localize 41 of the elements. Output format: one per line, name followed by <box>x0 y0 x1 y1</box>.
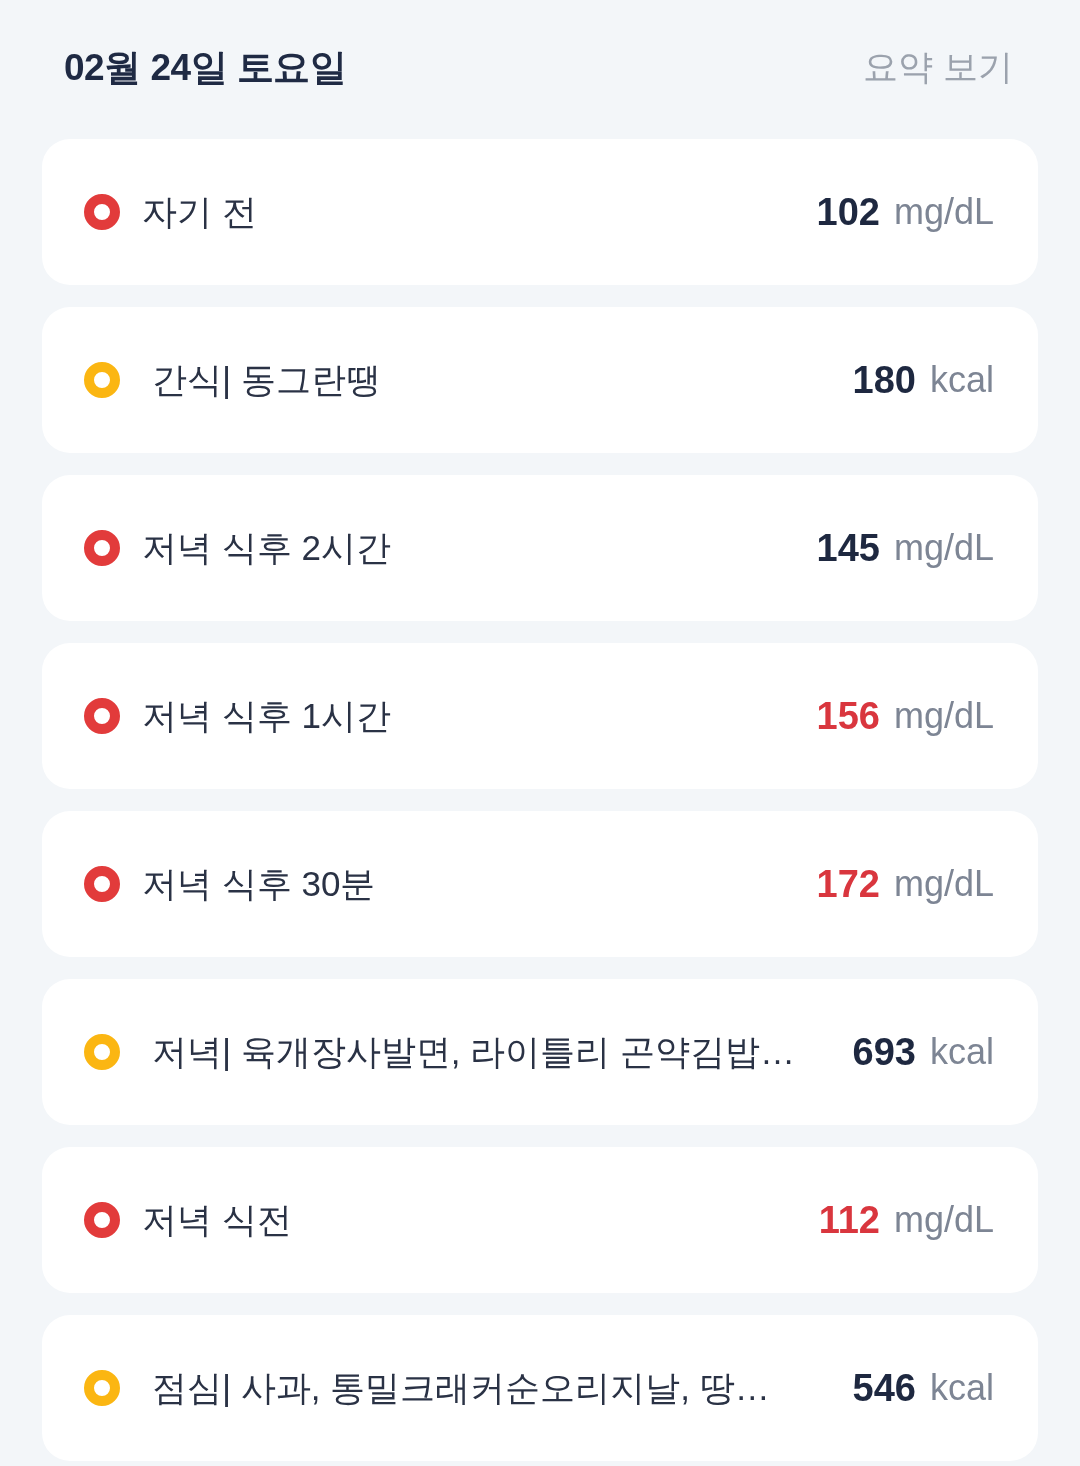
ring-icon <box>84 1370 120 1406</box>
record-label: 저녁 식후 30분 <box>142 862 377 905</box>
record-value: 112 <box>818 1197 880 1243</box>
unit-label: mg/dL <box>893 526 994 570</box>
ring-icon <box>84 362 120 398</box>
record-value: 145 <box>816 525 880 571</box>
record-card[interactable]: 점심| 사과, 통밀크래커순오리지날, 땅… 546 kcal <box>42 1315 1038 1461</box>
ring-icon <box>84 866 120 902</box>
record-card[interactable]: 저녁 식후 30분 172 mg/dL <box>42 811 1038 957</box>
record-value: 102 <box>816 189 880 235</box>
record-value: 172 <box>816 861 880 907</box>
record-value: 546 <box>852 1365 916 1411</box>
unit-label: kcal <box>929 358 994 402</box>
unit-label: mg/dL <box>893 694 994 738</box>
record-value: 156 <box>816 693 880 739</box>
record-card[interactable]: 간식| 동그란땡 180 kcal <box>42 307 1038 453</box>
record-label: 저녁| 육개장사발면, 라이틀리 곤약김밥… <box>152 1030 796 1073</box>
unit-label: kcal <box>929 1366 994 1410</box>
unit-label: mg/dL <box>893 862 994 906</box>
record-label: 저녁 식후 2시간 <box>142 526 392 569</box>
record-label: 자기 전 <box>142 190 258 233</box>
unit-label: mg/dL <box>893 190 994 234</box>
unit-label: kcal <box>929 1030 994 1074</box>
ring-icon <box>84 1202 120 1238</box>
record-value: 180 <box>852 357 916 403</box>
ring-icon <box>84 1034 120 1070</box>
unit-label: mg/dL <box>893 1198 994 1242</box>
record-card[interactable]: 저녁 식전 112 mg/dL <box>42 1147 1038 1293</box>
record-label: 저녁 식후 1시간 <box>142 694 392 737</box>
record-card[interactable]: 저녁 식후 2시간 145 mg/dL <box>42 475 1038 621</box>
ring-icon <box>84 530 120 566</box>
record-value: 693 <box>852 1029 916 1075</box>
record-card[interactable]: 저녁 식후 1시간 156 mg/dL <box>42 643 1038 789</box>
date-heading: 02월 24일 토요일 <box>64 45 347 90</box>
record-label: 점심| 사과, 통밀크래커순오리지날, 땅… <box>152 1366 771 1409</box>
ring-icon <box>84 194 120 230</box>
record-label: 간식| 동그란땡 <box>152 358 382 401</box>
record-label: 저녁 식전 <box>142 1198 293 1241</box>
ring-icon <box>84 698 120 734</box>
record-card[interactable]: 저녁| 육개장사발면, 라이틀리 곤약김밥… 693 kcal <box>42 979 1038 1125</box>
record-card[interactable]: 자기 전 102 mg/dL <box>42 139 1038 285</box>
